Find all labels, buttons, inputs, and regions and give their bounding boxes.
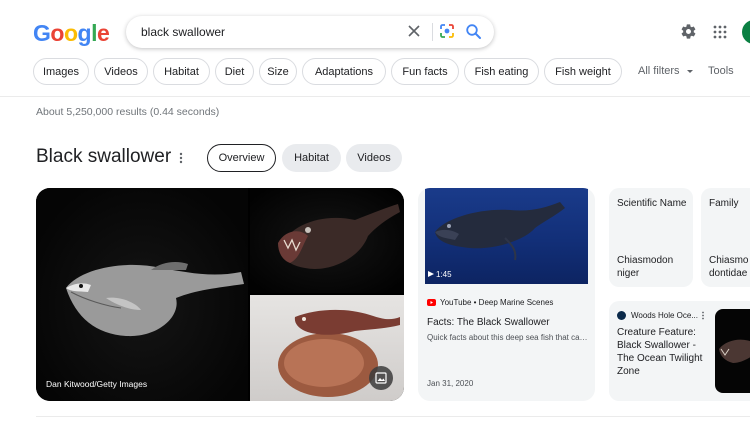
search-input[interactable]: black swallower (141, 25, 225, 39)
chip-diet[interactable]: Diet (215, 58, 254, 85)
fact-label: Scientific Name (617, 198, 687, 209)
article-card[interactable]: Woods Hole Oce... Creature Feature: Blac… (609, 301, 750, 401)
video-source: YouTube • Deep Marine Scenes (427, 298, 553, 307)
site-favicon-icon (617, 311, 626, 320)
section-divider (36, 416, 750, 417)
article-title[interactable]: Creature Feature: Black Swallower - The … (617, 326, 711, 378)
video-source-label: YouTube • Deep Marine Scenes (440, 298, 554, 307)
article-source-label: Woods Hole Oce... (631, 311, 698, 320)
more-options-icon[interactable] (701, 311, 705, 320)
all-filters-label: All filters (638, 65, 680, 77)
fact-label: Family (709, 198, 739, 209)
play-icon (428, 271, 434, 277)
search-divider (432, 23, 433, 41)
video-date: Jan 31, 2020 (427, 379, 474, 388)
gear-icon[interactable] (680, 23, 697, 40)
tab-habitat[interactable]: Habitat (282, 144, 341, 172)
knowledge-panel-title: Black swallower (36, 146, 172, 167)
main-fish-image[interactable] (36, 188, 248, 401)
article-source: Woods Hole Oce... (617, 311, 705, 320)
logo-letter: g (77, 20, 92, 46)
video-title[interactable]: Facts: The Black Swallower (427, 317, 550, 328)
logo-letter: o (63, 20, 78, 46)
fact-value: Chiasmodontidae (709, 255, 749, 279)
close-icon[interactable] (404, 21, 424, 41)
more-options-icon[interactable] (179, 151, 183, 165)
article-thumbnail[interactable] (715, 309, 750, 393)
image-collage[interactable]: Dan Kitwood/Getty Images (36, 188, 404, 401)
chevron-down-icon (686, 70, 693, 74)
tab-overview[interactable]: Overview (207, 144, 276, 172)
youtube-icon (427, 299, 436, 306)
tools-button[interactable]: Tools (708, 65, 734, 77)
video-description: Quick facts about this deep sea fish tha… (427, 333, 589, 342)
chip-size[interactable]: Size (259, 58, 297, 85)
video-card[interactable]: 1:45 YouTube • Deep Marine Scenes Facts:… (418, 188, 595, 401)
header-divider (0, 96, 750, 97)
logo-letter: e (96, 20, 110, 46)
tab-videos[interactable]: Videos (346, 144, 402, 172)
search-icon[interactable] (465, 23, 482, 40)
chip-habitat[interactable]: Habitat (153, 58, 210, 85)
fact-card-scientific-name[interactable]: Scientific Name Chiasmodon niger (609, 188, 693, 287)
logo-letter: o (50, 20, 64, 46)
chip-fun-facts[interactable]: Fun facts (391, 58, 459, 85)
logo-letter: G (33, 20, 51, 46)
duration-label: 1:45 (436, 270, 452, 279)
chip-fish-eating[interactable]: Fish eating (464, 58, 539, 85)
search-box[interactable]: black swallower (126, 16, 494, 48)
chip-videos[interactable]: Videos (94, 58, 148, 85)
view-gallery-button[interactable] (369, 366, 393, 390)
fact-card-family[interactable]: Family Chiasmodontidae (701, 188, 750, 287)
results-count: About 5,250,000 results (0.44 seconds) (36, 106, 220, 118)
image-credit: Dan Kitwood/Getty Images (46, 379, 148, 389)
fact-value: Chiasmodon niger (617, 255, 674, 279)
chip-fish-weight[interactable]: Fish weight (544, 58, 622, 85)
fish-jaws-image[interactable] (250, 188, 404, 293)
chip-images[interactable]: Images (33, 58, 89, 85)
fish-illustration (278, 204, 400, 269)
lens-icon[interactable] (439, 23, 455, 39)
chip-adaptations[interactable]: Adaptations (302, 58, 386, 85)
google-logo[interactable]: Google (33, 20, 110, 47)
fish-illustration (66, 262, 244, 337)
image-icon (375, 372, 387, 384)
all-filters-dropdown[interactable]: All filters (638, 65, 694, 77)
avatar[interactable] (742, 20, 750, 44)
fish-illustration (719, 339, 750, 363)
apps-grid-icon[interactable] (713, 25, 727, 39)
video-duration: 1:45 (428, 270, 452, 279)
